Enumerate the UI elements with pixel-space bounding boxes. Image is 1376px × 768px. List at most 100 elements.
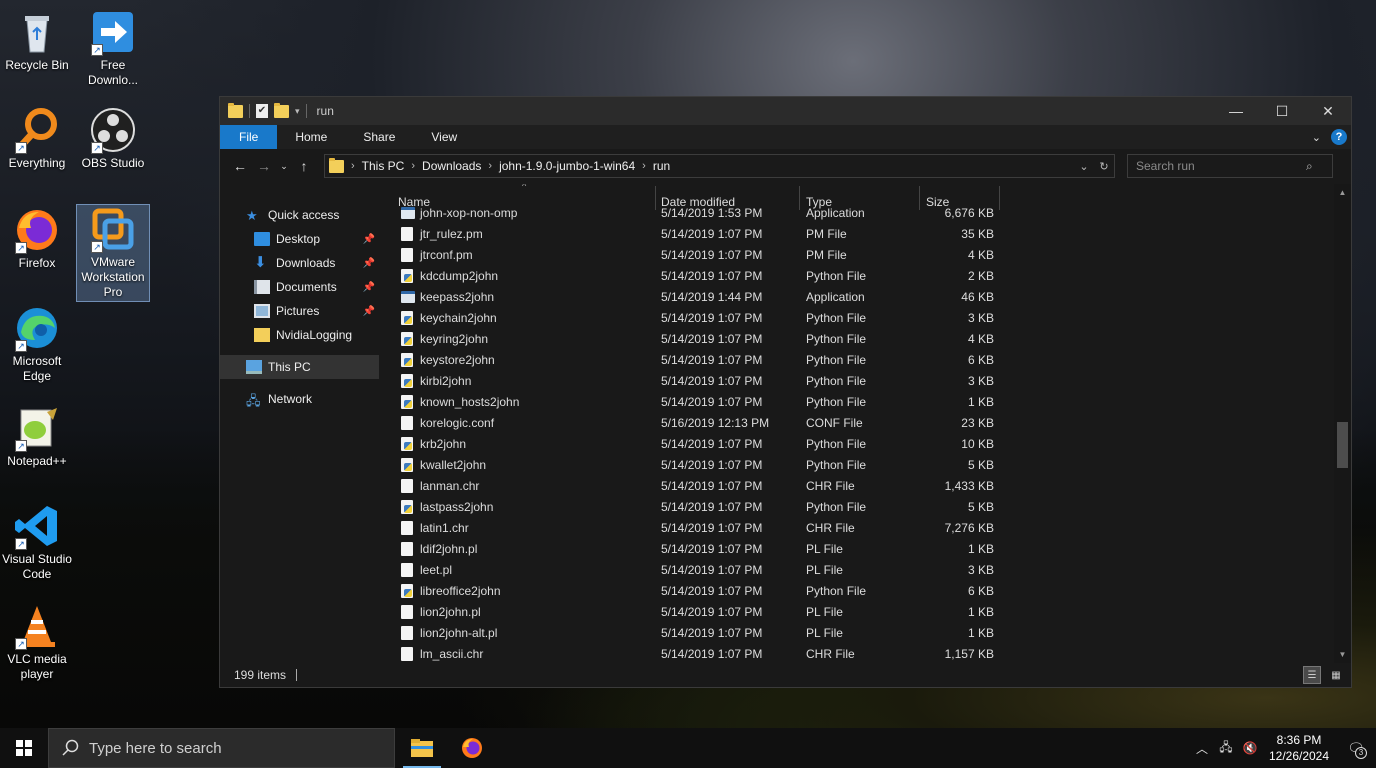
desktop-icon-label: Everything [8,156,66,170]
help-icon[interactable]: ? [1331,129,1347,145]
start-button[interactable] [0,728,48,768]
desktop-icon-everything[interactable]: ↗ Everything [0,106,74,171]
clock-date: 12/26/2024 [1268,749,1330,763]
vertical-scrollbar[interactable]: ▲ ▼ [1334,184,1351,663]
table-row[interactable]: korelogic.conf 5/16/2019 12:13 PM CONF Fil… [379,412,1339,433]
file-size: 4 KB [967,331,994,346]
title-bar[interactable]: ✔ ▾ run — ☐ ✕ [220,97,1351,125]
file-rows: john-xop-non-omp 5/14/2019 1:53 PM Applica… [379,202,1339,663]
scroll-up-arrow-icon[interactable]: ▲ [1334,184,1351,201]
file-name: jtr_rulez.pm [420,226,483,241]
table-row[interactable]: keystore2john 5/14/2019 1:07 PM Python Fil… [379,349,1339,370]
table-row[interactable]: kdcdump2john 5/14/2019 1:07 PM Python File… [379,265,1339,286]
desktop-icon-vlc[interactable]: ↗ VLC media player [0,602,74,682]
table-row[interactable]: krb2john 5/14/2019 1:07 PM Python File 10 K… [379,433,1339,454]
quick-access-toolbar: ✔ ▾ [228,102,307,118]
scrollbar-thumb[interactable] [1337,422,1348,468]
table-row[interactable]: libreoffice2john 5/14/2019 1:07 PM Python … [379,580,1339,601]
taskbar-file-explorer[interactable] [397,728,447,768]
large-icons-view-button[interactable]: ▦ [1327,666,1345,684]
desktop-icon-firefox[interactable]: ↗ Firefox [0,206,74,271]
table-row[interactable]: latin1.chr 5/14/2019 1:07 PM CHR File 7,276… [379,517,1339,538]
show-hidden-icons-chevron-icon[interactable]: ︿ [1190,740,1214,757]
file-date-modified: 5/14/2019 1:07 PM [661,562,763,577]
forward-button[interactable]: → [252,158,276,174]
details-view-button[interactable]: ☰ [1303,666,1321,684]
nav-desktop[interactable]: Desktop 📌 [220,227,379,251]
search-icon[interactable]: ⌕ [1306,159,1313,174]
minimize-button[interactable]: — [1213,97,1259,125]
desktop-icon-obs-studio[interactable]: ↗ OBS Studio [76,106,150,171]
table-row[interactable]: leet.pl 5/14/2019 1:07 PM PL File 3 KB [379,559,1339,580]
python-file-icon [401,457,413,472]
windows-logo-icon [16,740,32,756]
up-button[interactable]: ↑ [292,158,316,174]
nav-nvidialogging[interactable]: NvidiaLogging [220,323,379,347]
desktop-icon-notepad-plus-plus[interactable]: ↗ Notepad++ [0,404,74,469]
recent-locations-dropdown[interactable]: ⌄ [276,161,292,172]
file-size: 23 KB [961,415,994,430]
volume-muted-icon[interactable]: 🔇 [1238,741,1262,755]
table-row[interactable]: known_hosts2john 5/14/2019 1:07 PM Python … [379,391,1339,412]
refresh-icon[interactable]: ↻ [1094,160,1114,173]
search-input[interactable] [1136,159,1306,173]
network-status-icon[interactable]: 🖧 [1214,738,1238,759]
table-row[interactable]: keychain2john 5/14/2019 1:07 PM Python Fil… [379,307,1339,328]
table-row[interactable]: lastpass2john 5/14/2019 1:07 PM Python Fil… [379,496,1339,517]
table-row[interactable]: lanman.chr 5/14/2019 1:07 PM CHR File 1,433… [379,475,1339,496]
customize-toolbar-dropdown-icon[interactable]: ▾ [295,106,300,117]
table-row[interactable]: jtr_rulez.pm 5/14/2019 1:07 PM PM File 35 K… [379,223,1339,244]
expand-ribbon-chevron-icon[interactable]: ⌄ [1312,131,1321,144]
table-row[interactable]: john-xop-non-omp 5/14/2019 1:53 PM Applica… [379,202,1339,223]
nav-downloads[interactable]: ⬇ Downloads 📌 [220,251,379,275]
breadcrumb-john-folder[interactable]: john-1.9.0-jumbo-1-win64 [499,159,635,173]
table-row[interactable]: keyring2john 5/14/2019 1:07 PM Python File… [379,328,1339,349]
table-row[interactable]: kirbi2john 5/14/2019 1:07 PM Python File 3 … [379,370,1339,391]
table-row[interactable]: kwallet2john 5/14/2019 1:07 PM Python File… [379,454,1339,475]
sort-ascending-icon: ^ [522,184,527,191]
tab-share[interactable]: Share [345,125,413,149]
file-type: Python File [806,394,867,409]
close-button[interactable]: ✕ [1305,97,1351,125]
table-row[interactable]: keepass2john 5/14/2019 1:44 PM Application… [379,286,1339,307]
file-icon [401,478,413,493]
address-bar[interactable]: › This PC › Downloads › john-1.9.0-jumbo… [324,154,1115,178]
firefox-icon: ↗ [13,206,61,254]
nav-pictures[interactable]: Pictures 📌 [220,299,379,323]
desktop-icon-microsoft-edge[interactable]: ↗ Microsoft Edge [0,304,74,384]
nav-network[interactable]: 🖧 Network [220,387,379,411]
new-folder-icon[interactable] [274,102,289,118]
python-file-icon [401,310,413,325]
table-row[interactable]: lion2john.pl 5/14/2019 1:07 PM PL File 1 KB [379,601,1339,622]
properties-icon[interactable]: ✔ [256,104,268,118]
tab-view[interactable]: View [413,125,475,149]
taskbar-firefox[interactable] [447,728,497,768]
file-name: lion2john-alt.pl [420,625,498,640]
tab-file[interactable]: File [220,125,278,149]
breadcrumb-run[interactable]: run [653,159,670,173]
back-button[interactable]: ← [228,158,252,174]
search-box[interactable]: ⌕ [1127,154,1333,178]
table-row[interactable]: ldif2john.pl 5/14/2019 1:07 PM PL File 1 KB [379,538,1339,559]
desktop-icon-free-download-manager[interactable]: ↗ Free Downlo... [76,8,150,88]
tab-home[interactable]: Home [277,125,345,149]
taskbar-search-input[interactable] [89,739,369,757]
action-center-button[interactable]: 🗨 3 [1336,728,1376,768]
nav-documents[interactable]: Documents 📌 [220,275,379,299]
address-history-dropdown[interactable]: ⌄ [1074,160,1094,173]
desktop-icon-recycle-bin[interactable]: Recycle Bin [0,8,74,73]
nav-this-pc[interactable]: This PC [220,355,379,379]
clock[interactable]: 8:36 PM 12/26/2024 [1262,732,1336,764]
desktop-icon-label: OBS Studio [81,156,145,170]
maximize-button[interactable]: ☐ [1259,97,1305,125]
desktop-icon-vmware-workstation[interactable]: ↗ VMware Workstation Pro [76,204,150,302]
table-row[interactable]: lm_ascii.chr 5/14/2019 1:07 PM CHR File 1,1… [379,643,1339,663]
breadcrumb-this-pc[interactable]: This PC [362,159,405,173]
taskbar-search[interactable] [48,728,395,768]
table-row[interactable]: jtrconf.pm 5/14/2019 1:07 PM PM File 4 KB [379,244,1339,265]
breadcrumb-downloads[interactable]: Downloads [422,159,481,173]
table-row[interactable]: lion2john-alt.pl 5/14/2019 1:07 PM PL File… [379,622,1339,643]
scroll-down-arrow-icon[interactable]: ▼ [1334,646,1351,663]
desktop-icon-visual-studio-code[interactable]: ↗ Visual Studio Code [0,502,74,582]
nav-quick-access[interactable]: ★ Quick access [220,203,379,227]
